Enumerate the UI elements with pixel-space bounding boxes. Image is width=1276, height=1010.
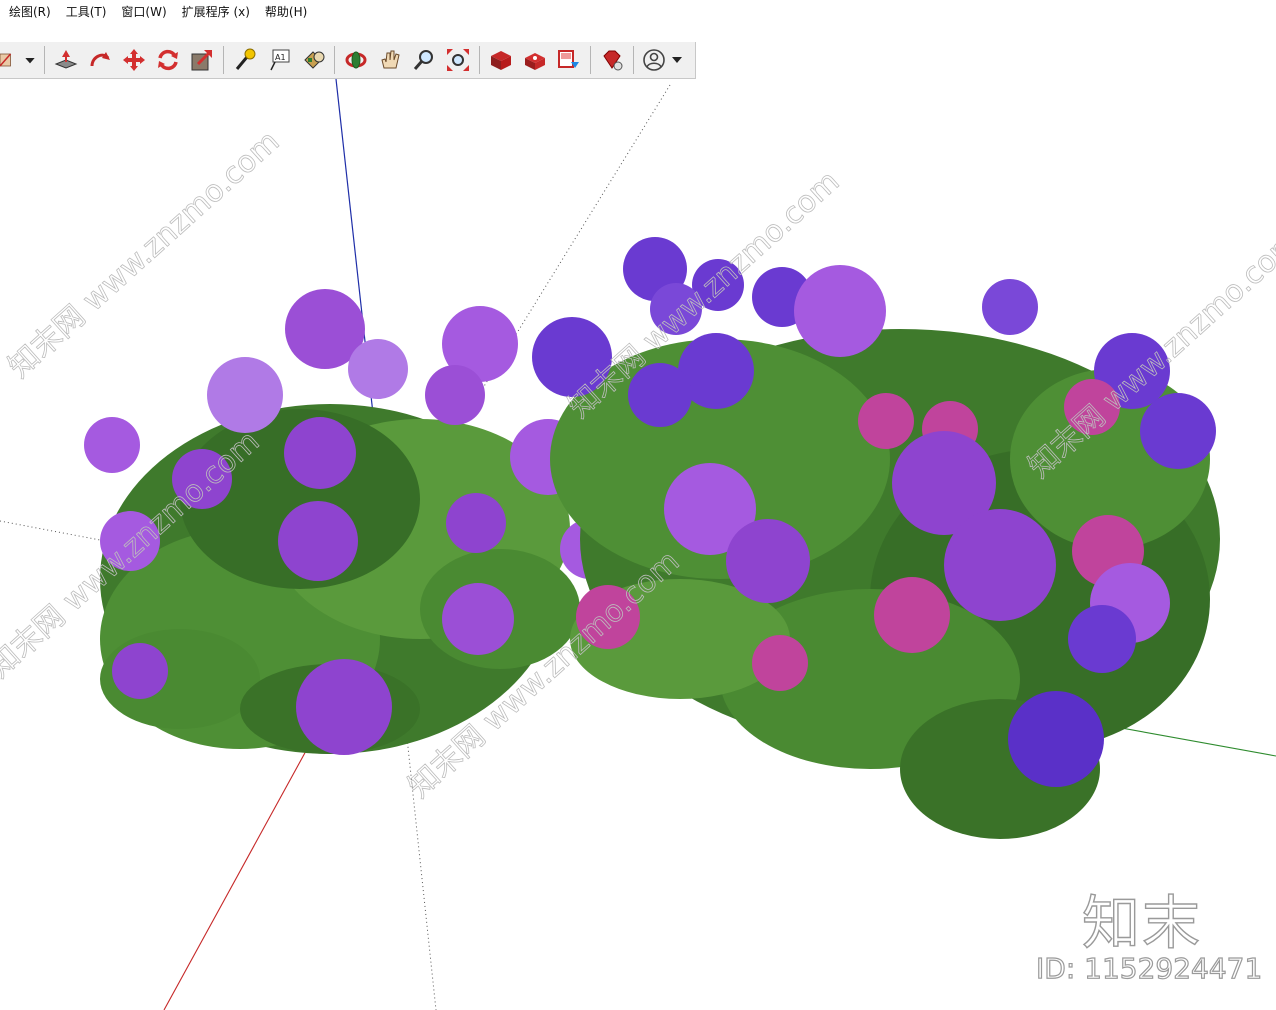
- send-to-layout-icon[interactable]: [554, 45, 584, 75]
- extension-warehouse-icon[interactable]: [520, 45, 550, 75]
- toolbar-separator: [479, 46, 480, 74]
- follow-me-icon[interactable]: [85, 45, 115, 75]
- watermark-id: ID: 1152924471: [1035, 951, 1263, 985]
- dropdown-arrow-icon[interactable]: [22, 45, 38, 75]
- main-toolbar: A1: [0, 42, 696, 79]
- menu-help[interactable]: 帮助(H): [256, 3, 313, 20]
- menu-bar: 绘图(R) 工具(T) 窗口(W) 扩展程序 (x) 帮助(H): [0, 0, 1276, 22]
- toolbar-separator: [590, 46, 591, 74]
- zoom-icon[interactable]: [409, 45, 439, 75]
- blue-axis: [335, 79, 379, 460]
- rotate-icon[interactable]: [153, 45, 183, 75]
- watermark-diagonal-1: 知末网 www.znzmo.com: [2, 124, 286, 385]
- hydrangea-shrub-right: [532, 237, 1220, 839]
- model-viewport[interactable]: 知末网 www.znzmo.com 知末网 www.znzmo.com 知末网 …: [0, 79, 1276, 1010]
- toolbar-separator: [223, 46, 224, 74]
- zoom-extents-icon[interactable]: [443, 45, 473, 75]
- ruby-console-icon[interactable]: [597, 45, 627, 75]
- paint-bucket-icon[interactable]: [298, 45, 328, 75]
- account-icon[interactable]: [640, 45, 688, 75]
- scene-canvas[interactable]: 知末网 www.znzmo.com 知末网 www.znzmo.com 知末网 …: [0, 79, 1276, 1010]
- toolbar-separator: [334, 46, 335, 74]
- 3d-warehouse-icon[interactable]: [486, 45, 516, 75]
- menu-draw[interactable]: 绘图(R): [0, 3, 57, 20]
- orbit-icon[interactable]: [341, 45, 371, 75]
- toolbar-separator: [44, 46, 45, 74]
- tape-measure-icon[interactable]: [230, 45, 260, 75]
- pan-icon[interactable]: [375, 45, 405, 75]
- push-pull-icon[interactable]: [51, 45, 81, 75]
- svg-text:A1: A1: [275, 53, 286, 62]
- red-axis: [163, 728, 319, 1010]
- menu-tools[interactable]: 工具(T): [57, 3, 113, 20]
- menu-window[interactable]: 窗口(W): [112, 3, 172, 20]
- toolbar-separator: [633, 46, 634, 74]
- scale-icon[interactable]: [187, 45, 217, 75]
- watermark-logo: 知末: [1081, 888, 1203, 957]
- move-icon[interactable]: [119, 45, 149, 75]
- text-icon[interactable]: A1: [264, 45, 294, 75]
- menu-extensions[interactable]: 扩展程序 (x): [173, 3, 256, 20]
- select-tool-icon[interactable]: [0, 45, 18, 75]
